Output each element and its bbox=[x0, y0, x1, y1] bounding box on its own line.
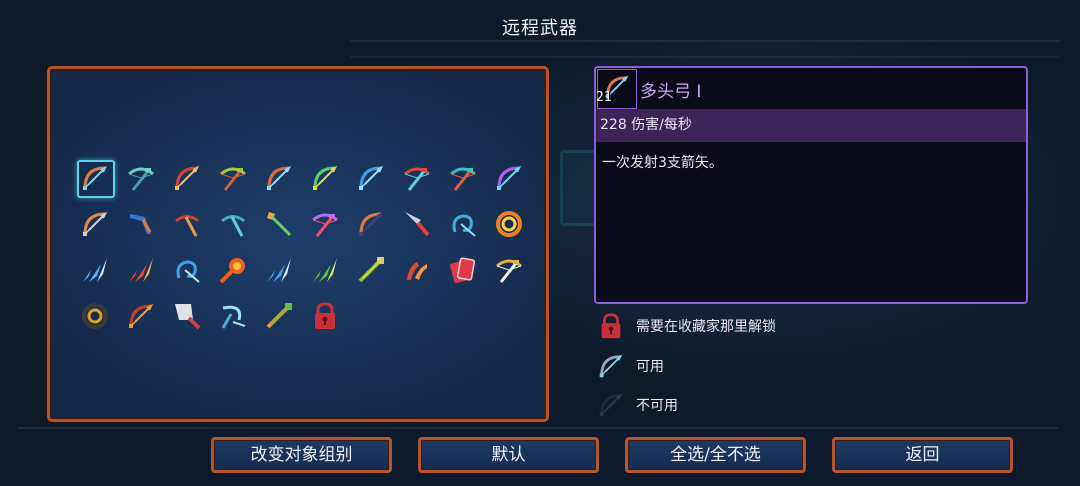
fireball-icon bbox=[129, 258, 153, 282]
inventory-slot[interactable] bbox=[302, 201, 348, 247]
inventory-slot[interactable] bbox=[348, 247, 394, 293]
inventory-slot[interactable] bbox=[256, 247, 302, 293]
legend-locked-text: 需要在收藏家那里解锁 bbox=[636, 319, 776, 335]
multiple-nocks-bow-icon bbox=[83, 165, 108, 190]
inventory-slot[interactable] bbox=[118, 155, 164, 201]
inventory-slot[interactable] bbox=[164, 293, 210, 339]
sickle-icon bbox=[221, 305, 246, 329]
dual-bow-icon bbox=[359, 165, 384, 190]
legend-locked: 需要在收藏家那里解锁 bbox=[596, 311, 776, 341]
legend-available-text: 可用 bbox=[636, 359, 664, 375]
inventory-slot[interactable] bbox=[118, 201, 164, 247]
inventory-slot[interactable] bbox=[210, 155, 256, 201]
inventory-slot[interactable] bbox=[348, 155, 394, 201]
ice-bow-icon bbox=[313, 165, 338, 190]
magic-bow-icon bbox=[497, 165, 522, 190]
inventory-panel bbox=[47, 66, 549, 422]
quick-bow-icon bbox=[175, 165, 200, 190]
nerves-of-steel-icon bbox=[312, 213, 338, 237]
back-button[interactable]: 返回 bbox=[832, 437, 1013, 473]
electric-whip-icon bbox=[452, 214, 476, 237]
inventory-slot[interactable] bbox=[440, 155, 486, 201]
inventory-grid bbox=[72, 155, 532, 339]
inventory-slot[interactable] bbox=[348, 201, 394, 247]
item-name: 多头弓 I bbox=[640, 82, 702, 102]
item-detail-header: 21 多头弓 I bbox=[596, 68, 1026, 109]
ice-shard-icon bbox=[83, 258, 107, 282]
throwing-knife-icon bbox=[405, 212, 430, 237]
inventory-slot[interactable] bbox=[486, 247, 532, 293]
inventory-slot[interactable] bbox=[256, 155, 302, 201]
ice-blast-icon bbox=[267, 258, 291, 282]
pyrotechnics-icon bbox=[266, 303, 292, 329]
change-group-button[interactable]: 改变对象组别 bbox=[211, 437, 392, 473]
inventory-slot[interactable] bbox=[210, 293, 256, 339]
inventory-slot[interactable] bbox=[440, 201, 486, 247]
bow-available-icon bbox=[599, 354, 623, 378]
inventory-slot[interactable] bbox=[256, 293, 302, 339]
inventory-slot[interactable] bbox=[210, 247, 256, 293]
inventory-slot[interactable] bbox=[394, 247, 440, 293]
inventory-slot[interactable] bbox=[394, 201, 440, 247]
inventory-slot[interactable] bbox=[118, 293, 164, 339]
inventory-slot[interactable] bbox=[118, 247, 164, 293]
inventory-slot[interactable] bbox=[486, 155, 532, 201]
card-icon bbox=[450, 257, 476, 284]
fire-claw-icon bbox=[407, 262, 427, 280]
magic-staff-icon bbox=[358, 257, 384, 283]
infantry-bow-icon bbox=[267, 165, 292, 190]
inventory-slot[interactable] bbox=[164, 247, 210, 293]
lightning-bolt-icon bbox=[176, 260, 200, 283]
inventory-slot[interactable] bbox=[394, 155, 440, 201]
sonic-crossbow-icon bbox=[450, 167, 476, 191]
throwing-axe-icon bbox=[267, 212, 292, 237]
divider bbox=[18, 427, 1058, 429]
padlock-icon bbox=[601, 313, 621, 339]
repeater-crossbow-icon bbox=[128, 167, 154, 191]
boomerang-icon bbox=[130, 214, 152, 234]
bow-and-endless-quiver-icon bbox=[83, 211, 108, 236]
scorching-bow-icon bbox=[129, 303, 154, 328]
inventory-slot[interactable] bbox=[302, 155, 348, 201]
hemorrhage-icon bbox=[221, 215, 245, 237]
war-javelin-icon bbox=[175, 215, 199, 237]
legend-unavailable: 不可用 bbox=[596, 390, 678, 420]
legend-unavailable-text: 不可用 bbox=[636, 398, 678, 414]
fire-brands-icon bbox=[219, 258, 245, 284]
inventory-slot[interactable] bbox=[72, 247, 118, 293]
armored-shell-icon bbox=[82, 303, 108, 329]
item-level-count: 21 bbox=[596, 90, 612, 105]
poison-shards-icon bbox=[313, 258, 337, 282]
inventory-slot[interactable] bbox=[72, 201, 118, 247]
background-shelf bbox=[350, 40, 1060, 58]
cleaver-icon bbox=[175, 304, 201, 330]
item-description: 一次发射3支箭矢。 bbox=[602, 155, 723, 171]
item-detail-panel: 21 多头弓 I 228 伤害/每秒 一次发射3支箭矢。 bbox=[594, 66, 1028, 304]
inventory-slot[interactable] bbox=[256, 201, 302, 247]
inventory-slot[interactable] bbox=[210, 201, 256, 247]
inventory-slot[interactable] bbox=[302, 247, 348, 293]
default-button[interactable]: 默认 bbox=[418, 437, 599, 473]
inventory-slot[interactable] bbox=[72, 293, 118, 339]
inventory-slot[interactable] bbox=[164, 155, 210, 201]
legend-available: 可用 bbox=[596, 351, 664, 381]
item-dps: 228 伤害/每秒 bbox=[596, 109, 1026, 142]
inventory-slot[interactable] bbox=[72, 155, 118, 201]
inventory-slot[interactable] bbox=[486, 201, 532, 247]
locked-item-icon bbox=[315, 302, 335, 329]
inventory-slot[interactable] bbox=[164, 201, 210, 247]
select-all-button[interactable]: 全选/全不选 bbox=[625, 437, 806, 473]
inventory-slot[interactable] bbox=[440, 247, 486, 293]
marksman-bow-icon bbox=[404, 167, 430, 191]
page-title: 远程武器 bbox=[502, 18, 578, 39]
gilded-crossbow-icon bbox=[496, 259, 522, 283]
fire-blast-icon bbox=[496, 211, 522, 237]
inventory-slot[interactable] bbox=[302, 293, 348, 339]
heavy-crossbow-icon bbox=[220, 167, 246, 191]
barrels-launcher-icon bbox=[359, 211, 384, 236]
bow-unavailable-icon bbox=[599, 393, 623, 417]
